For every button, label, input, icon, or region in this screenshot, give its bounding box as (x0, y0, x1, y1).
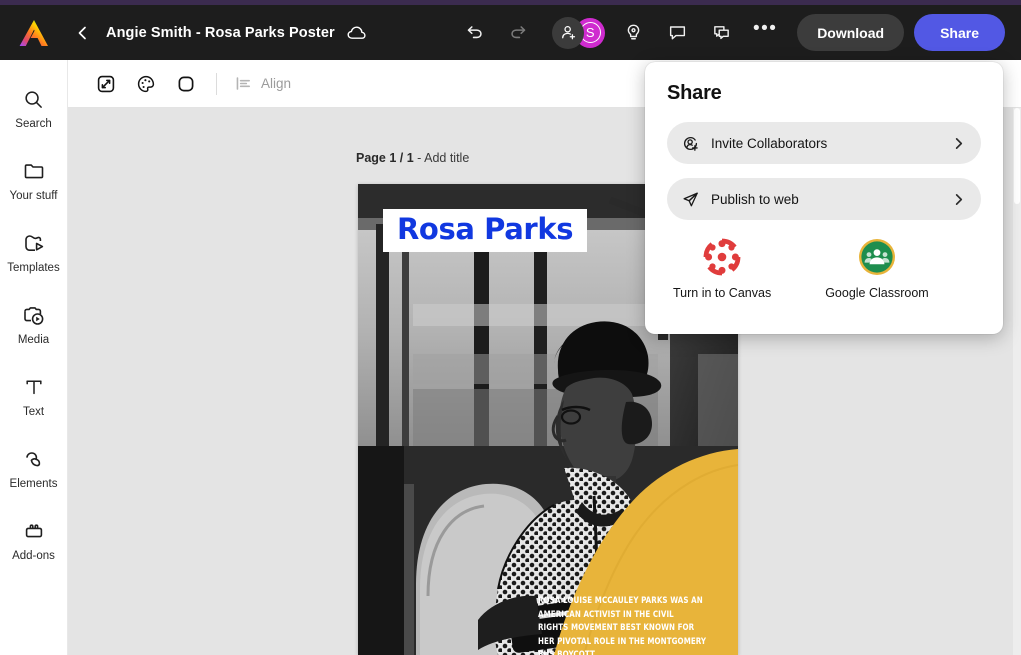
google-classroom-label: Google Classroom (825, 286, 929, 300)
undo-icon (467, 26, 482, 39)
chevron-left-icon (78, 26, 86, 39)
media-icon (22, 302, 45, 328)
sidebar-item-label: Add-ons (12, 550, 55, 562)
comment-icon (669, 26, 685, 40)
page-indicator: Page 1 / 1 - Add title (356, 151, 469, 165)
sidebar-item-label: Text (22, 406, 45, 418)
more-options-button[interactable]: ••• (748, 16, 782, 50)
palette-icon (137, 75, 155, 92)
toolbar-divider (216, 72, 217, 95)
page-title[interactable]: Add title (424, 151, 469, 165)
chevron-right-icon (952, 137, 965, 150)
align-label: Align (261, 76, 292, 91)
folder-icon (23, 158, 45, 184)
redo-button[interactable] (501, 16, 535, 50)
sidebar-item-templates[interactable]: Templates (0, 216, 68, 288)
app-header: Angie Smith - Rosa Parks Poster S ••• Do… (0, 5, 1021, 60)
sidebar-item-label: Your stuff (9, 190, 58, 202)
add-collaborator-icon (561, 25, 575, 40)
sidebar-item-search[interactable]: Search (0, 72, 68, 144)
share-button[interactable]: Share (914, 14, 1005, 51)
more-options-label: ••• (752, 17, 778, 39)
share-apps-row: Turn in to Canvas Google Classroom (667, 236, 981, 300)
back-button[interactable] (68, 18, 98, 48)
sidebar-item-elements[interactable]: Elements (0, 432, 68, 504)
lightbulb-icon (627, 24, 640, 40)
sidebar-item-media[interactable]: Media (0, 288, 68, 360)
sidebar-item-your-stuff[interactable]: Your stuff (0, 144, 68, 216)
invite-collaborators-icon (681, 134, 707, 153)
duplicate-button[interactable] (704, 16, 738, 50)
share-panel-title: Share (667, 82, 722, 104)
sidebar-item-label: Media (17, 334, 50, 346)
document-title[interactable]: Angie Smith - Rosa Parks Poster (106, 25, 335, 41)
text-icon (24, 374, 44, 400)
publish-to-web-label: Publish to web (711, 191, 799, 207)
adobe-express-logo-icon (19, 19, 48, 46)
adobe-express-editor: Angie Smith - Rosa Parks Poster S ••• Do… (0, 0, 1021, 655)
cloud-icon (347, 26, 366, 39)
undo-button[interactable] (457, 16, 491, 50)
collaborators-group: S (552, 16, 606, 49)
google-classroom-button[interactable]: Google Classroom (825, 236, 929, 300)
publish-icon (681, 190, 707, 209)
align-button[interactable]: Align (227, 70, 299, 97)
turn-in-to-canvas-label: Turn in to Canvas (673, 286, 772, 300)
google-classroom-icon (856, 236, 898, 278)
canvas-lms-icon (701, 236, 743, 278)
comments-button[interactable] (660, 16, 694, 50)
templates-icon (23, 230, 45, 256)
turn-in-to-canvas-button[interactable]: Turn in to Canvas (673, 236, 771, 300)
poster-title-box[interactable]: Rosa Parks (383, 209, 588, 252)
resize-button[interactable] (90, 68, 122, 100)
rounded-square-icon (178, 76, 194, 91)
add-collaborator-button[interactable] (552, 16, 585, 49)
invite-collaborators-row[interactable]: Invite Collaborators (667, 122, 981, 164)
copy-icon (713, 26, 729, 40)
search-icon (23, 86, 44, 112)
page-number: Page 1 / 1 (356, 151, 414, 165)
page-title-separator: - (413, 151, 425, 165)
sidebar-item-add-ons[interactable]: Add-ons (0, 504, 68, 576)
publish-to-web-row[interactable]: Publish to web (667, 178, 981, 220)
redo-icon (510, 26, 526, 39)
poster-body-text[interactable]: ROSA LOUISE MCCAULEY PARKS WAS AN AMERIC… (538, 594, 707, 655)
canvas-vertical-scrollbar[interactable] (1013, 108, 1021, 655)
sidebar-item-text[interactable]: Text (0, 360, 68, 432)
adobe-express-logo[interactable] (0, 18, 68, 48)
shape-button[interactable] (170, 68, 202, 100)
align-left-icon (236, 77, 250, 90)
sidebar-item-label: Search (15, 118, 52, 130)
scrollbar-thumb[interactable] (1014, 108, 1020, 204)
resize-icon (97, 75, 115, 92)
chevron-right-icon (952, 193, 965, 206)
sidebar-item-label: Elements (9, 478, 58, 490)
theme-button[interactable] (130, 68, 162, 100)
cloud-saved-icon[interactable] (347, 25, 367, 41)
sidebar-item-label: Templates (7, 262, 60, 274)
invite-collaborators-label: Invite Collaborators (711, 135, 828, 151)
share-popover: Share Invite Collaborators Publish to we… (645, 62, 1003, 334)
download-button[interactable]: Download (797, 14, 905, 51)
left-sidebar: Search Your stuff Templates Media Text E… (0, 60, 68, 655)
ideas-button[interactable] (616, 16, 650, 50)
poster-title: Rosa Parks (397, 212, 574, 246)
elements-icon (23, 446, 45, 472)
addons-icon (23, 518, 45, 544)
